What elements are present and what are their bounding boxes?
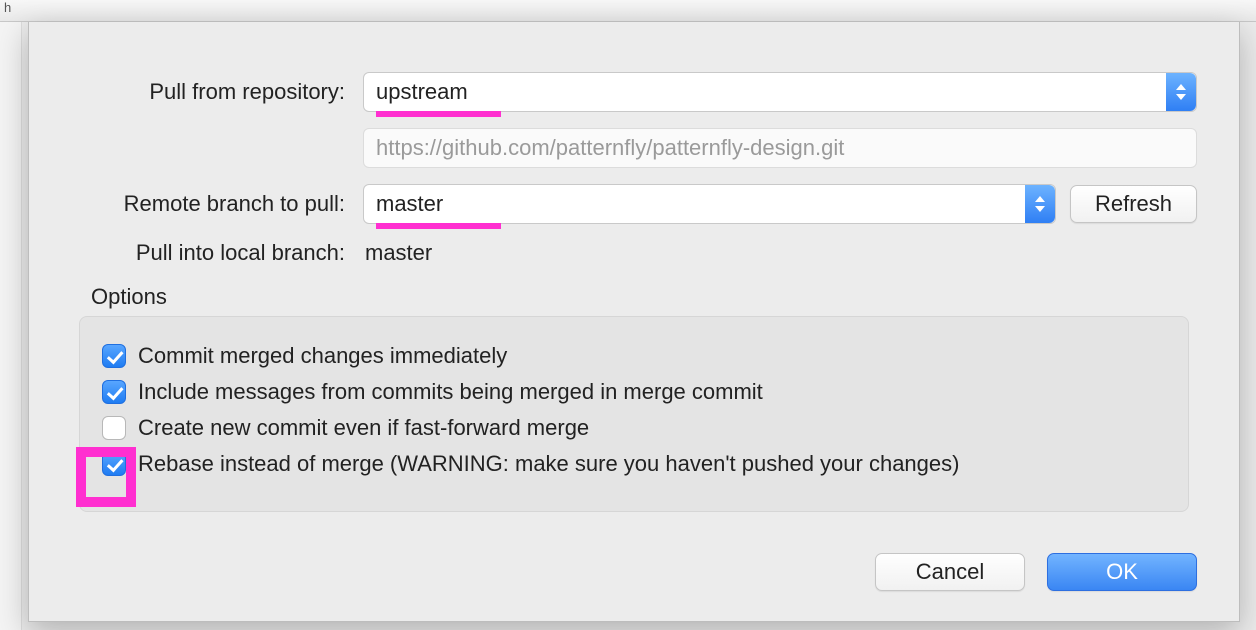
pull-dialog-sheet: Pull from repository: upstream https: [28, 22, 1240, 622]
option-include-messages[interactable]: Include messages from commits being merg… [102, 377, 1166, 407]
label-pull-from-repository: Pull from repository: [71, 79, 363, 105]
form: Pull from repository: upstream https: [29, 22, 1239, 512]
repository-select[interactable]: upstream [363, 72, 1197, 112]
option-rebase-instead[interactable]: Rebase instead of merge (WARNING: make s… [102, 449, 1166, 479]
row-remote-branch: Remote branch to pull: master Refresh [71, 184, 1197, 224]
refresh-button[interactable]: Refresh [1070, 185, 1197, 223]
cancel-button[interactable]: Cancel [875, 553, 1025, 591]
option-label: Include messages from commits being merg… [138, 377, 763, 407]
titlebar-text: h [4, 0, 11, 15]
row-repository-url: https://github.com/patternfly/patternfly… [71, 128, 1197, 168]
local-branch-value: master [363, 240, 432, 266]
options-group: Commit merged changes immediately Includ… [79, 316, 1189, 512]
highlight-underline-repo [376, 111, 501, 117]
ok-button-label: OK [1106, 559, 1138, 585]
label-local-branch: Pull into local branch: [71, 240, 363, 266]
checkbox-include-messages[interactable] [102, 380, 126, 404]
repository-select-value: upstream [376, 79, 468, 104]
options-group-label: Options [91, 284, 1197, 310]
refresh-button-label: Refresh [1095, 191, 1172, 217]
option-label: Rebase instead of merge (WARNING: make s… [138, 449, 959, 479]
cancel-button-label: Cancel [916, 559, 984, 585]
repository-url-value: https://github.com/patternfly/patternfly… [376, 135, 844, 161]
option-label: Commit merged changes immediately [138, 341, 507, 371]
repository-url-field: https://github.com/patternfly/patternfly… [363, 128, 1197, 168]
stepper-icon [1025, 185, 1055, 223]
remote-branch-value: master [376, 191, 443, 216]
checkbox-commit-immediately[interactable] [102, 344, 126, 368]
window-titlebar: h [0, 0, 1256, 22]
remote-branch-select[interactable]: master [363, 184, 1056, 224]
highlight-underline-branch [376, 223, 501, 229]
checkbox-create-commit-ff[interactable] [102, 416, 126, 440]
row-pull-from-repository: Pull from repository: upstream [71, 72, 1197, 112]
background-window-edge [0, 0, 22, 630]
label-remote-branch: Remote branch to pull: [71, 191, 363, 217]
ok-button[interactable]: OK [1047, 553, 1197, 591]
stepper-icon [1166, 73, 1196, 111]
row-local-branch: Pull into local branch: master [71, 240, 1197, 266]
option-commit-immediately[interactable]: Commit merged changes immediately [102, 341, 1166, 371]
checkbox-rebase-instead[interactable] [102, 452, 126, 476]
dialog-footer: Cancel OK [875, 553, 1197, 591]
option-label: Create new commit even if fast-forward m… [138, 413, 589, 443]
option-create-commit-ff[interactable]: Create new commit even if fast-forward m… [102, 413, 1166, 443]
